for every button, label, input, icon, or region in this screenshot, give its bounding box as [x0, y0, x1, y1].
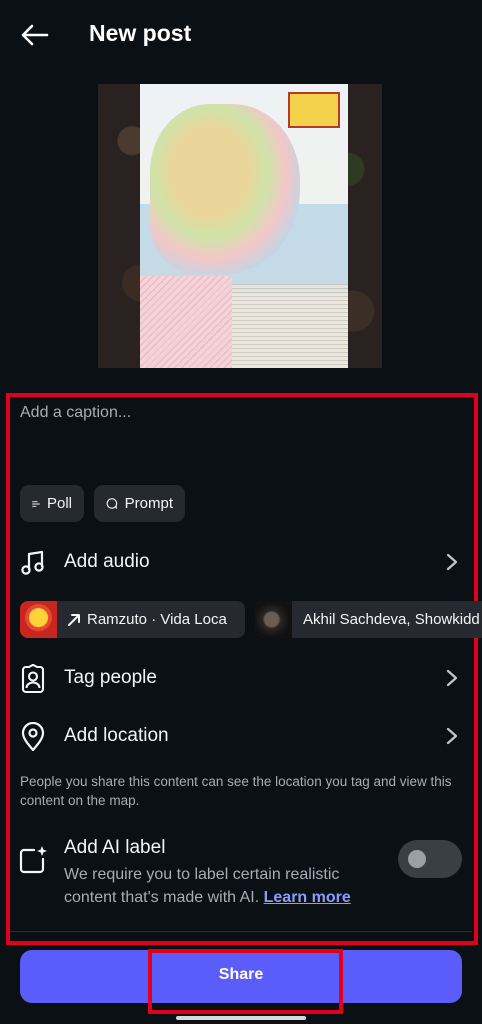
- home-indicator: [176, 1016, 306, 1020]
- toggle-knob: [408, 850, 426, 868]
- song-chip[interactable]: Akhil Sachdeva, Showkidd: [255, 601, 482, 638]
- song-chip[interactable]: Ramzuto · Vida Loca: [20, 601, 245, 638]
- chevron-right-icon: [446, 727, 458, 745]
- map-photo: [140, 84, 348, 368]
- trending-arrow-icon: [68, 613, 80, 626]
- suggested-audio-list: Ramzuto · Vida Loca Akhil Sachdeva, Show…: [20, 601, 482, 638]
- song-title: Ramzuto · Vida Loca: [87, 611, 227, 628]
- top-bar: New post: [0, 0, 482, 70]
- prompt-button[interactable]: Prompt: [94, 485, 185, 522]
- page-title: New post: [89, 20, 192, 46]
- ai-label-icon: [19, 846, 47, 874]
- caption-input[interactable]: Add a caption...: [20, 404, 131, 422]
- add-location-row[interactable]: Add location: [0, 711, 482, 761]
- chevron-right-icon: [446, 553, 458, 571]
- add-audio-row[interactable]: Add audio: [0, 537, 482, 587]
- ai-label-description: We require you to label certain realisti…: [64, 864, 384, 909]
- ai-label-toggle[interactable]: [398, 840, 462, 878]
- learn-more-link[interactable]: Learn more: [264, 889, 351, 906]
- tag-people-row[interactable]: Tag people: [0, 653, 482, 703]
- ai-label-title: Add AI label: [64, 837, 166, 858]
- divider: [10, 931, 472, 932]
- poll-icon: [32, 500, 40, 507]
- poll-button[interactable]: Poll: [20, 485, 84, 522]
- arrow-left-icon: [21, 24, 49, 46]
- tag-person-icon: [18, 664, 48, 694]
- album-art: [20, 601, 57, 638]
- prompt-label: Prompt: [124, 495, 173, 512]
- back-button[interactable]: [16, 18, 52, 52]
- music-note-icon: [18, 548, 48, 578]
- tag-people-label: Tag people: [64, 667, 157, 688]
- share-highlight-box: [148, 949, 343, 1014]
- add-location-label: Add location: [64, 725, 169, 746]
- location-privacy-note: People you share this content can see th…: [20, 774, 452, 808]
- song-title: Akhil Sachdeva, Showkidd: [303, 611, 480, 628]
- poll-label: Poll: [46, 495, 72, 512]
- album-art: [255, 601, 292, 638]
- post-image-preview[interactable]: [98, 84, 382, 368]
- add-audio-label: Add audio: [64, 551, 150, 572]
- location-pin-icon: [18, 722, 48, 752]
- chevron-right-icon: [446, 669, 458, 687]
- prompt-icon: [106, 498, 118, 509]
